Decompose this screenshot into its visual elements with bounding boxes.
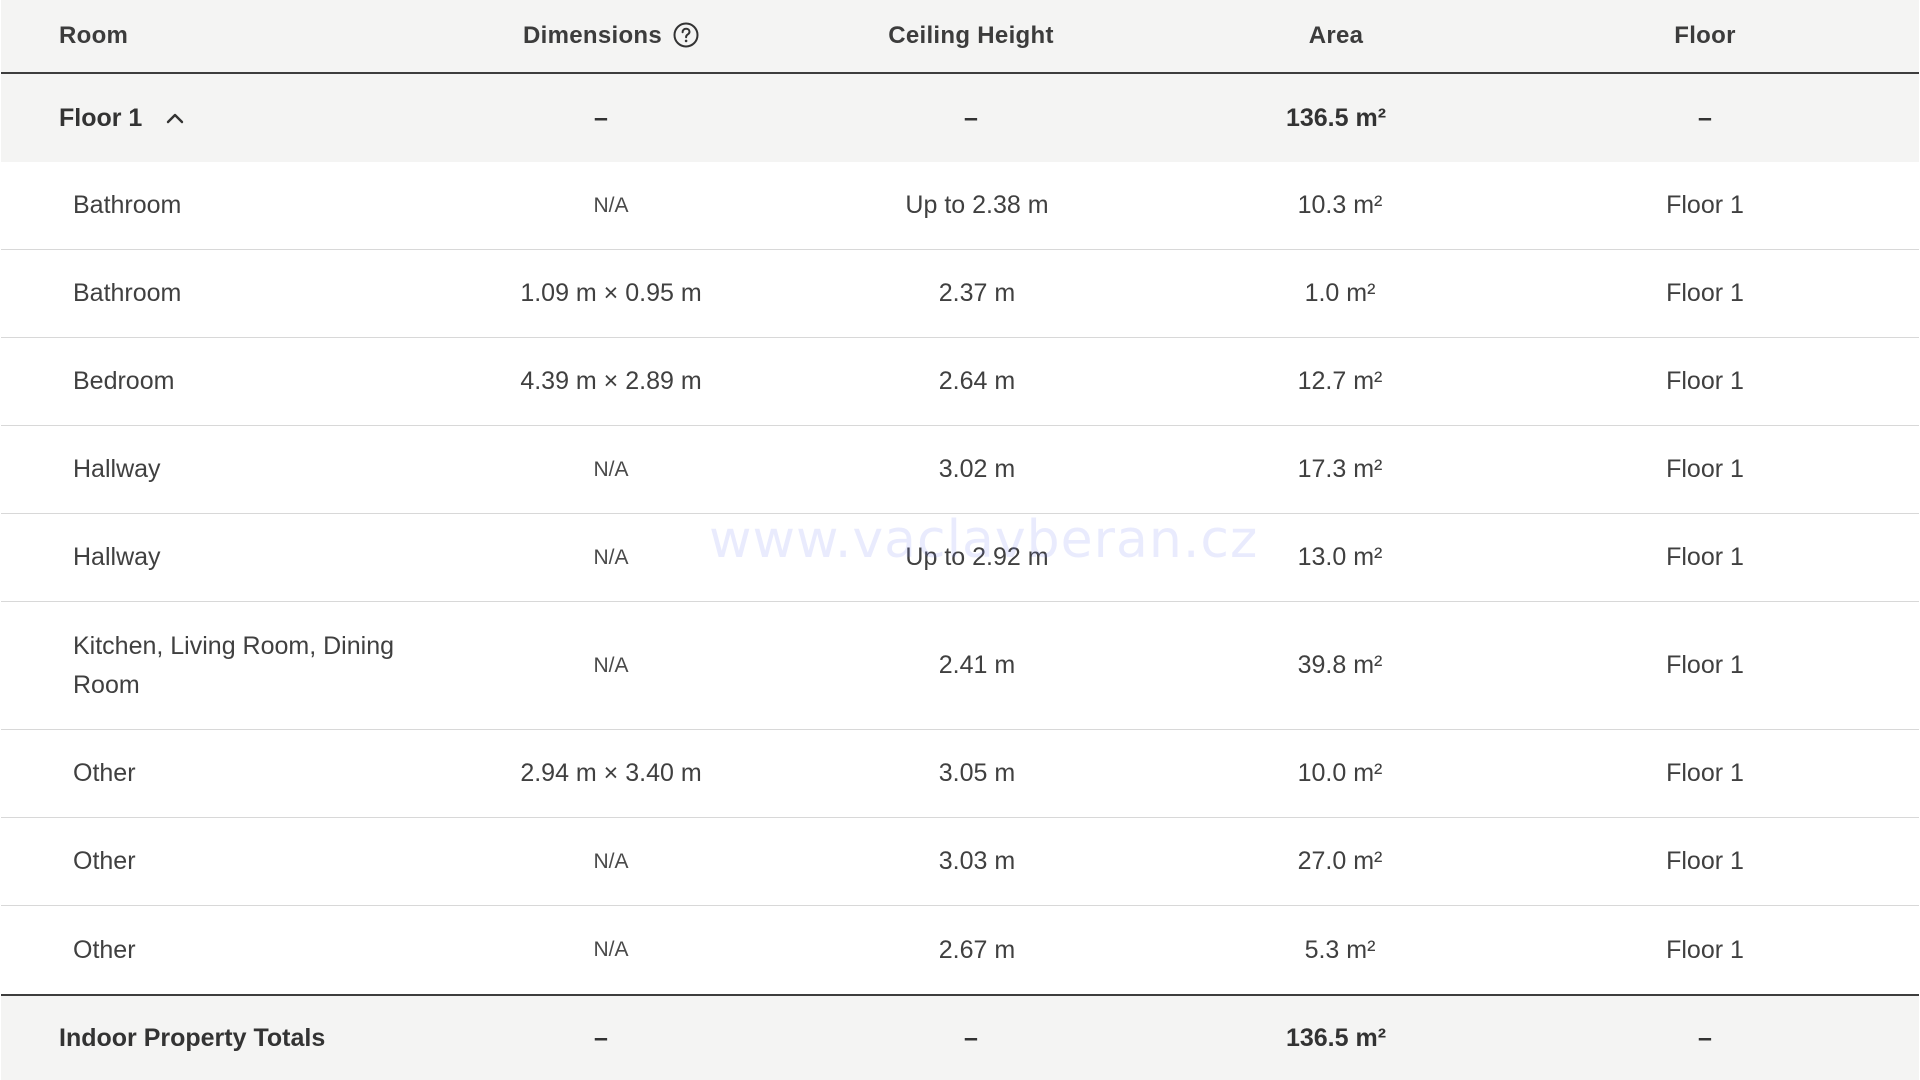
row-floor: Floor 1 [1666,367,1744,395]
row-floor: Floor 1 [1666,191,1744,219]
floor-group-toggle[interactable]: Floor 1 [1,104,471,133]
header-floor: Floor [1674,22,1736,49]
row-dimensions: N/A [593,193,629,217]
row-area: 12.7 m² [1297,367,1383,395]
row-dimensions: N/A [593,653,629,677]
table-header: Room Dimensions Ceiling Height Area Floo… [1,0,1919,74]
row-area: 27.0 m² [1297,847,1383,875]
row-dimensions: N/A [593,849,629,873]
row-area: 13.0 m² [1297,543,1383,571]
row-dimensions: 1.09 m × 0.95 m [520,279,702,307]
floor-group-row[interactable]: Floor 1 – – 136.5 m² – [1,74,1919,162]
header-ceiling-height: Ceiling Height [888,22,1054,49]
totals-floor: – [1698,1023,1712,1052]
floor-group-label: Floor 1 [59,103,143,132]
row-room: Bathroom [73,279,182,307]
row-floor: Floor 1 [1666,455,1744,483]
rooms-table: Room Dimensions Ceiling Height Area Floo… [1,0,1919,1080]
totals-label: Indoor Property Totals [59,1023,326,1052]
row-room: Kitchen, Living Room, Dining Room [73,631,394,699]
header-dimensions: Dimensions [471,22,731,50]
header-room: Room [59,22,129,49]
row-floor: Floor 1 [1666,935,1744,964]
table-row: Hallway N/A 3.02 m 17.3 m² Floor 1 [1,426,1919,514]
row-floor: Floor 1 [1666,759,1744,787]
row-room: Hallway [73,543,161,571]
row-dimensions: N/A [593,457,629,481]
row-ceiling-height: Up to 2.92 m [905,543,1049,571]
row-floor: Floor 1 [1666,651,1744,679]
row-room: Bedroom [73,367,175,395]
header-dimensions-label: Dimensions [523,22,663,49]
chevron-up-icon[interactable] [164,107,186,129]
row-room: Other [73,935,136,964]
row-room: Other [73,759,136,787]
table-row: Kitchen, Living Room, Dining Room N/A 2.… [1,602,1919,730]
question-circle-icon[interactable] [673,22,699,48]
group-floor: – [1698,103,1712,132]
row-room: Bathroom [73,191,182,219]
row-room: Hallway [73,455,161,483]
row-floor: Floor 1 [1666,543,1744,571]
row-ceiling-height: 3.05 m [938,759,1016,787]
row-ceiling-height: 3.02 m [938,455,1016,483]
totals-row: Indoor Property Totals – – 136.5 m² – [1,994,1919,1080]
row-ceiling-height: 3.03 m [938,847,1016,875]
totals-ceiling-height: – [964,1023,978,1052]
row-ceiling-height: 2.64 m [938,367,1016,395]
row-ceiling-height: 2.67 m [938,935,1016,964]
table-row: Other 2.94 m × 3.40 m 3.05 m 10.0 m² Flo… [1,730,1919,818]
row-dimensions: N/A [593,938,629,961]
row-dimensions: N/A [593,545,629,569]
table-row: Bedroom 4.39 m × 2.89 m 2.64 m 12.7 m² F… [1,338,1919,426]
totals-area: 136.5 m² [1285,1023,1387,1052]
table-row: Other N/A 3.03 m 27.0 m² Floor 1 [1,818,1919,906]
group-ceiling-height: – [964,103,978,132]
row-floor: Floor 1 [1666,279,1744,307]
table-row: Hallway N/A Up to 2.92 m 13.0 m² Floor 1 [1,514,1919,602]
table-row: Other N/A 2.67 m 5.3 m² Floor 1 [1,906,1919,994]
row-area: 17.3 m² [1297,455,1383,483]
row-ceiling-height: 2.41 m [938,651,1016,679]
header-area: Area [1308,22,1364,49]
row-ceiling-height: 2.37 m [938,279,1016,307]
table-row: Bathroom 1.09 m × 0.95 m 2.37 m 1.0 m² F… [1,250,1919,338]
row-room: Other [73,847,136,875]
row-floor: Floor 1 [1666,847,1744,875]
row-area: 1.0 m² [1304,279,1376,307]
row-area: 39.8 m² [1297,651,1383,679]
row-area: 5.3 m² [1304,935,1376,964]
row-area: 10.3 m² [1297,191,1383,219]
table-row: Bathroom N/A Up to 2.38 m 10.3 m² Floor … [1,162,1919,250]
row-area: 10.0 m² [1297,759,1383,787]
row-dimensions: 2.94 m × 3.40 m [520,759,702,787]
group-area: 136.5 m² [1285,103,1387,132]
group-dimensions: – [594,103,608,132]
row-dimensions: 4.39 m × 2.89 m [520,367,702,395]
totals-dimensions: – [594,1023,608,1052]
row-ceiling-height: Up to 2.38 m [905,191,1049,219]
